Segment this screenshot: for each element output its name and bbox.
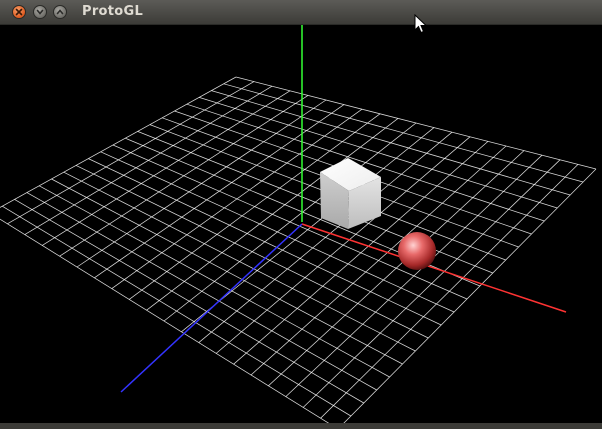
mouse-pointer-icon: [414, 14, 427, 34]
x-axis-line: [301, 223, 567, 313]
grid-line: [2, 205, 352, 417]
z-axis-line: [120, 223, 303, 393]
scene-canvas[interactable]: [0, 25, 602, 429]
sphere-object[interactable]: [398, 232, 436, 270]
grid-line: [0, 218, 339, 429]
grid-line: [0, 76, 237, 208]
window-title: ProtoGL: [82, 4, 144, 19]
close-button[interactable]: [12, 5, 26, 19]
grid-line: [26, 192, 377, 391]
app-window: ProtoGL: [0, 0, 602, 429]
close-icon: [15, 8, 23, 16]
chevron-up-icon: [56, 9, 64, 15]
chevron-down-icon: [36, 9, 44, 15]
gl-viewport[interactable]: [0, 25, 602, 429]
maximize-button[interactable]: [53, 5, 67, 19]
cube-object[interactable]: [320, 158, 381, 229]
title-bar[interactable]: ProtoGL: [0, 0, 602, 25]
ground-grid: [0, 76, 597, 429]
window-bottom-border: [0, 423, 602, 429]
minimize-button[interactable]: [33, 5, 47, 19]
grid-line: [14, 199, 364, 404]
